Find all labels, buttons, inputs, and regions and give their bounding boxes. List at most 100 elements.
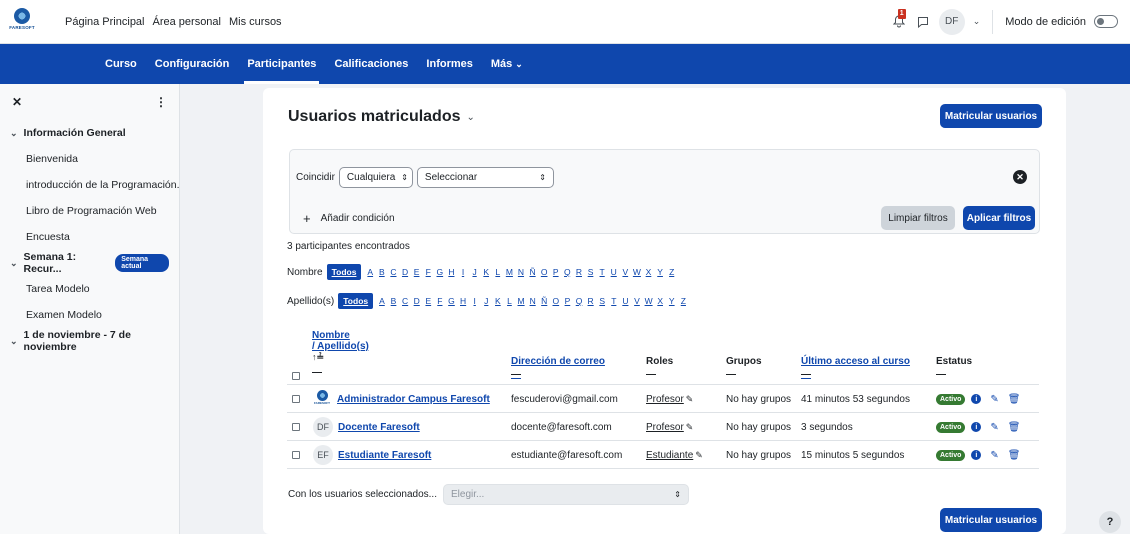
trash-icon[interactable]: 🗑 [1008,394,1021,405]
initial-letter-link[interactable]: I [469,296,481,306]
initial-letter-link[interactable]: U [608,267,620,277]
nav-home[interactable]: Página Principal [64,16,146,28]
participant-role[interactable]: Profesor [646,422,684,433]
activity-item[interactable]: Bienvenida [0,146,179,172]
initial-letter-link[interactable]: A [376,296,388,306]
section-week-1[interactable]: ⌄ Semana 1: Recur... Semana actual [0,250,179,276]
section-nov-1-7[interactable]: ⌄ 1 de noviembre - 7 de noviembre [0,328,179,354]
user-avatar[interactable]: DF [938,8,965,35]
initial-letter-link[interactable]: Z [678,296,690,306]
initial-letter-link[interactable]: V [631,296,643,306]
initial-letter-link[interactable]: T [608,296,620,306]
initial-letter-link[interactable]: P [562,296,574,306]
initial-letter-link[interactable]: F [434,296,446,306]
initial-letter-link[interactable]: S [585,267,597,277]
initial-letter-link[interactable]: F [422,267,434,277]
initial-letter-link[interactable]: P [550,267,562,277]
initial-letter-link[interactable]: X [643,267,655,277]
nav-my-courses[interactable]: Mis cursos [228,16,283,28]
activity-item[interactable]: introducción de la Programación... [0,172,179,198]
enrol-users-button[interactable]: Matricular usuarios [940,104,1042,128]
tab-reports[interactable]: Informes [417,44,481,84]
initial-letter-link[interactable]: J [480,296,492,306]
initial-letter-link[interactable]: M [504,267,516,277]
initial-letter-link[interactable]: N [527,296,539,306]
enrol-users-button-bottom[interactable]: Matricular usuarios [940,508,1042,532]
initial-letter-link[interactable]: R [585,296,597,306]
initial-letter-link[interactable]: Z [666,267,678,277]
initial-letter-link[interactable]: G [446,296,458,306]
initial-letter-link[interactable]: C [399,296,411,306]
participant-name-link[interactable]: Docente Faresoft [338,422,420,433]
close-drawer-icon[interactable]: ✕ [12,95,22,109]
add-condition-button[interactable]: + Añadir condición [303,211,395,226]
initial-letter-link[interactable]: K [492,296,504,306]
bulk-action-select[interactable]: Elegir... ⇕ [442,484,689,505]
row-checkbox[interactable] [292,451,300,459]
surname-all-button[interactable]: Todos [338,293,374,309]
edit-pencil-icon[interactable]: ✎ [686,394,694,405]
initial-letter-link[interactable]: E [423,296,435,306]
initial-letter-link[interactable]: Q [562,267,574,277]
activity-item[interactable]: Libro de Programación Web [0,198,179,224]
initial-letter-link[interactable]: H [457,296,469,306]
filter-type-select[interactable]: Seleccionar ⇕ [416,167,554,188]
edit-enrolment-pencil-icon[interactable]: ✎ [990,450,998,461]
participant-name-link[interactable]: Estudiante Faresoft [338,450,431,461]
match-select[interactable]: Cualquiera ⇕ [338,167,413,188]
initial-letter-link[interactable]: Ñ [538,296,550,306]
initial-letter-link[interactable]: M [515,296,527,306]
section-info-general[interactable]: ⌄ Información General [0,120,179,146]
initial-letter-link[interactable]: E [411,267,423,277]
chevron-down-icon[interactable]: ⌄ [973,16,981,27]
tab-course[interactable]: Curso [96,44,146,84]
last-access-column-header[interactable]: Último acceso al curso — [801,356,910,380]
initial-letter-link[interactable]: N [515,267,527,277]
initial-letter-link[interactable]: R [573,267,585,277]
activity-item[interactable]: Encuesta [0,224,179,250]
first-name-all-button[interactable]: Todos [326,264,362,280]
initial-letter-link[interactable]: L [504,296,516,306]
initial-letter-link[interactable]: W [643,296,655,306]
initial-letter-link[interactable]: D [399,267,411,277]
initial-letter-link[interactable]: B [388,296,400,306]
trash-icon[interactable]: 🗑 [1008,450,1021,461]
initial-letter-link[interactable]: J [469,267,481,277]
select-all-checkbox[interactable] [292,372,300,380]
initial-letter-link[interactable]: S [596,296,608,306]
kebab-menu-icon[interactable]: ⋮ [155,95,167,109]
edit-mode-toggle[interactable] [1094,15,1118,28]
initial-letter-link[interactable]: I [457,267,469,277]
apply-filters-button[interactable]: Aplicar filtros [963,206,1035,230]
chevron-down-icon[interactable]: ⌄ [10,258,18,269]
row-checkbox[interactable] [292,423,300,431]
initial-letter-link[interactable]: W [631,267,643,277]
initial-letter-link[interactable]: Y [666,296,678,306]
edit-pencil-icon[interactable]: ✎ [695,450,703,461]
sort-by-surname-link[interactable]: / Apellido(s) [312,341,369,352]
faresoft-logo[interactable]: FARESOFT [9,7,35,36]
edit-enrolment-pencil-icon[interactable]: ✎ [990,394,998,405]
tab-participants[interactable]: Participantes [238,44,325,84]
activity-item[interactable]: Tarea Modelo [0,276,179,302]
edit-pencil-icon[interactable]: ✎ [686,422,694,433]
participant-role[interactable]: Profesor [646,394,684,405]
info-icon[interactable]: i [971,394,982,404]
sort-by-name-link[interactable]: Nombre [312,330,369,341]
initial-letter-link[interactable]: Ñ [527,267,539,277]
initial-letter-link[interactable]: G [434,267,446,277]
info-icon[interactable]: i [971,450,982,460]
nav-dashboard[interactable]: Área personal [152,16,223,28]
initial-letter-link[interactable]: O [538,267,550,277]
initial-letter-link[interactable]: Y [654,267,666,277]
participant-role[interactable]: Estudiante [646,450,693,461]
participant-name-link[interactable]: Administrador Campus Faresoft [337,394,490,405]
tab-more[interactable]: Más ⌄ [482,44,532,84]
notifications-button[interactable]: 1 [891,8,907,30]
trash-icon[interactable]: 🗑 [1008,422,1021,433]
page-title[interactable]: Usuarios matriculados ⌄ [288,108,475,126]
initial-letter-link[interactable]: A [364,267,376,277]
tab-settings[interactable]: Configuración [146,44,239,84]
activity-item[interactable]: Examen Modelo [0,302,179,328]
chevron-down-icon[interactable]: ⌄ [10,128,18,139]
